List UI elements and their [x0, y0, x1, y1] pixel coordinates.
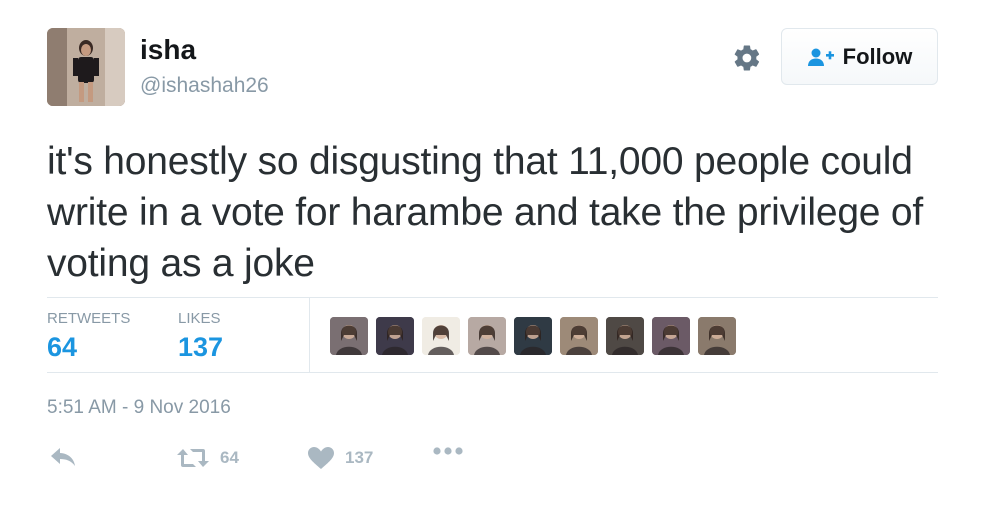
profile-photo — [47, 28, 125, 106]
gear-icon[interactable] — [731, 42, 763, 74]
retweets-label[interactable]: RETWEETS — [47, 311, 130, 326]
divider — [309, 298, 310, 372]
liker-avatar[interactable] — [422, 317, 460, 355]
liker-avatar[interactable] — [330, 317, 368, 355]
follow-button[interactable]: Follow — [781, 28, 938, 85]
retweet-icon — [176, 446, 210, 470]
liker-avatar[interactable] — [468, 317, 506, 355]
timestamp[interactable]: 5:51 AM - 9 Nov 2016 — [47, 398, 231, 417]
liker-avatar[interactable] — [560, 317, 598, 355]
heart-icon — [307, 446, 335, 470]
divider — [47, 372, 938, 373]
liker-avatar[interactable] — [698, 317, 736, 355]
tweet-text: it's honestly so disgusting that 11,000 … — [47, 140, 924, 285]
tweet-card: isha @ishashah26 Follow it's honestly so… — [0, 0, 990, 509]
add-user-icon — [807, 47, 835, 67]
more-icon — [432, 446, 464, 456]
likes-count[interactable]: 137 — [178, 334, 223, 361]
divider — [47, 297, 938, 298]
user-handle[interactable]: @ishashah26 — [140, 75, 269, 96]
avatar[interactable] — [47, 28, 125, 106]
liker-avatar[interactable] — [652, 317, 690, 355]
likes-label[interactable]: LIKES — [178, 311, 221, 326]
retweets-count[interactable]: 64 — [47, 334, 77, 361]
reply-icon — [49, 446, 77, 468]
follow-label: Follow — [842, 43, 913, 69]
display-name[interactable]: isha — [140, 36, 196, 64]
liker-avatar[interactable] — [514, 317, 552, 355]
like-count: 137 — [345, 448, 374, 467]
liker-avatar[interactable] — [606, 317, 644, 355]
more-button[interactable] — [432, 446, 464, 456]
liker-avatar[interactable] — [376, 317, 414, 355]
like-button[interactable]: 137 — [307, 446, 373, 470]
retweet-count: 64 — [220, 448, 239, 467]
retweet-button[interactable]: 64 — [176, 446, 239, 470]
reply-button[interactable] — [49, 446, 77, 468]
